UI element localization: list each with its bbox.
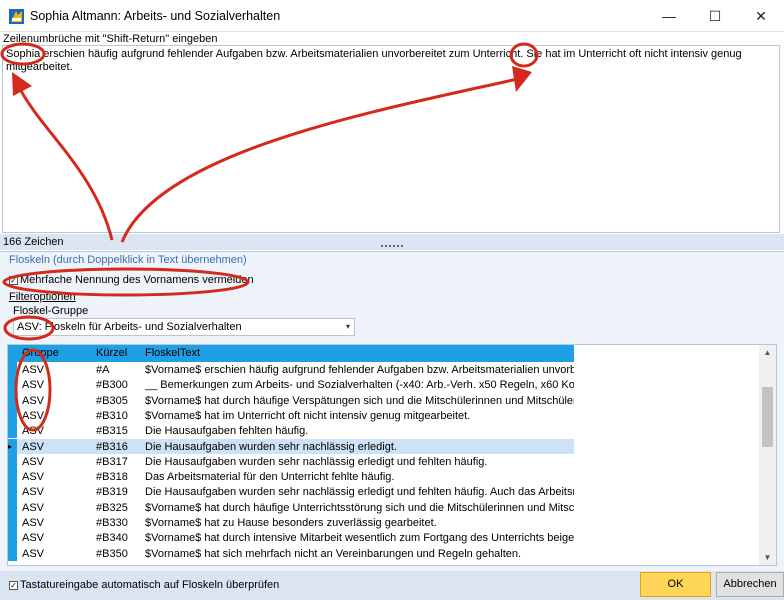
- title-bar: Sophia Altmann: Arbeits- und Sozialverha…: [0, 0, 784, 32]
- cell-gruppe: ASV: [22, 394, 45, 407]
- maximize-button[interactable]: ☐: [692, 0, 738, 32]
- table-row[interactable]: ASV #A $Vorname$ erschien häufig aufgrund …: [8, 362, 574, 378]
- row-indicator[interactable]: [8, 407, 17, 424]
- floskel-panel-title: Floskeln (durch Doppelklick in Text über…: [9, 254, 247, 266]
- cell-gruppe: ASV: [22, 501, 45, 514]
- table-row[interactable]: ASV #B318 Das Arbeitsmaterial für den Unte…: [8, 469, 574, 485]
- floskel-table: Gruppe Kürzel FloskelText ASV #A $Vorname$…: [7, 344, 777, 566]
- cell-gruppe: ASV: [22, 471, 45, 484]
- cell-text: $Vorname$ hat im Unterricht oft nicht in…: [145, 409, 471, 422]
- scroll-down-icon[interactable]: ▼: [759, 550, 776, 565]
- row-indicator[interactable]: [8, 499, 17, 515]
- cell-gruppe: ASV: [22, 364, 45, 376]
- cell-kuerzel: #A: [96, 364, 110, 376]
- group-label: Floskel-Gruppe: [13, 305, 89, 317]
- row-indicator[interactable]: [8, 377, 17, 393]
- row-indicator[interactable]: ▸: [8, 438, 17, 454]
- group-select-value: ASV: Floskeln für Arbeits- und Sozialver…: [17, 321, 242, 333]
- cell-kuerzel: #B325: [96, 501, 128, 514]
- cell-text: Die Hausaufgaben wurden sehr nachlässig …: [145, 440, 397, 453]
- cell-kuerzel: #B330: [96, 517, 128, 529]
- table-header: Gruppe Kürzel FloskelText: [8, 345, 574, 362]
- cell-text: $Vorname$ hat durch häufige Verspätungen…: [145, 394, 574, 407]
- cell-text: $Vorname$ erschien häufig aufgrund fehle…: [145, 364, 574, 376]
- minimize-button[interactable]: —: [646, 0, 692, 32]
- cell-kuerzel: #B310: [96, 409, 128, 422]
- table-row[interactable]: ASV #B325 $Vorname$ hat durch häufige Unte…: [8, 499, 574, 515]
- table-row[interactable]: ASV #B340 $Vorname$ hat durch intensive Mi…: [8, 530, 574, 546]
- app-icon: [9, 9, 24, 24]
- auto-check-label: Tastatureingabe automatisch auf Floskeln…: [20, 579, 280, 591]
- row-indicator[interactable]: [8, 392, 17, 408]
- scroll-up-icon[interactable]: ▲: [759, 345, 776, 360]
- table-row[interactable]: ASV #B319 Die Hausaufgaben wurden sehr nac…: [8, 484, 574, 500]
- cell-kuerzel: #B305: [96, 394, 128, 407]
- counter-bar: 166 Zeichen: [0, 234, 784, 250]
- cell-kuerzel: #B350: [96, 547, 128, 560]
- cell-kuerzel: #B340: [96, 532, 128, 545]
- cell-text: __ Bemerkungen zum Arbeits- und Sozialve…: [145, 379, 574, 392]
- close-button[interactable]: ✕: [738, 0, 784, 32]
- cell-kuerzel: #B315: [96, 425, 128, 438]
- row-indicator[interactable]: [8, 515, 17, 531]
- table-row[interactable]: ASV #B300 __ Bemerkungen zum Arbeits- und …: [8, 377, 574, 393]
- avoid-repeat-label: Mehrfache Nennung des Vornamens vermeide…: [20, 274, 254, 286]
- cell-kuerzel: #B317: [96, 455, 128, 468]
- row-indicator[interactable]: [8, 484, 17, 500]
- table-row[interactable]: ▸ ASV #B316 Die Hausaufgaben wurden sehr na…: [8, 438, 574, 454]
- row-indicator[interactable]: [8, 362, 17, 378]
- ok-button[interactable]: OK: [640, 572, 711, 597]
- row-indicator[interactable]: [8, 545, 17, 561]
- cell-text: Die Hausaufgaben wurden sehr nachlässig …: [145, 455, 488, 468]
- auto-check-checkbox[interactable]: ✓: [9, 581, 18, 590]
- window-title: Sophia Altmann: Arbeits- und Sozialverha…: [30, 9, 281, 23]
- vertical-scrollbar[interactable]: ▲ ▼: [759, 345, 776, 565]
- cancel-button[interactable]: Abbrechen: [716, 572, 784, 597]
- cell-text: Die Hausaufgaben fehlten häufig.: [145, 425, 309, 438]
- cell-gruppe: ASV: [22, 379, 45, 392]
- cell-kuerzel: #B319: [96, 486, 128, 499]
- cell-gruppe: ASV: [22, 425, 45, 438]
- filter-options-label: Filteroptionen: [9, 291, 76, 303]
- column-header-text[interactable]: FloskelText: [145, 347, 200, 359]
- table-row[interactable]: ASV #B310 $Vorname$ hat im Unterricht oft …: [8, 407, 574, 424]
- editor-hint: Zeilenumbrüche mit "Shift-Return" eingeb…: [3, 33, 218, 45]
- cell-gruppe: ASV: [22, 409, 45, 422]
- table-row[interactable]: ASV #B315 Die Hausaufgaben fehlten häufig.: [8, 423, 574, 439]
- cell-gruppe: ASV: [22, 486, 45, 499]
- row-indicator[interactable]: [8, 530, 17, 546]
- text-editor[interactable]: Sophia erschien häufig aufgrund fehlende…: [2, 45, 780, 233]
- cell-text: $Vorname$ hat zu Hause besonders zuverlä…: [145, 517, 437, 529]
- cell-gruppe: ASV: [22, 440, 45, 453]
- group-select[interactable]: ASV: Floskeln für Arbeits- und Sozialver…: [13, 318, 355, 336]
- table-row[interactable]: ASV #B350 $Vorname$ hat sich mehrfach nich…: [8, 545, 574, 561]
- splitter-handle[interactable]: [381, 245, 403, 247]
- row-indicator[interactable]: [8, 453, 17, 470]
- table-row[interactable]: ASV #B330 $Vorname$ hat zu Hause besonders…: [8, 515, 574, 531]
- cell-text: $Vorname$ hat sich mehrfach nicht an Ver…: [145, 547, 522, 560]
- row-indicator[interactable]: [8, 423, 17, 439]
- cell-text: Die Hausaufgaben wurden sehr nachlässig …: [145, 486, 574, 499]
- cell-gruppe: ASV: [22, 517, 45, 529]
- cell-kuerzel: #B318: [96, 471, 128, 484]
- cell-text: Das Arbeitsmaterial für den Unterricht f…: [145, 471, 395, 484]
- scroll-thumb[interactable]: [762, 387, 773, 447]
- avoid-repeat-checkbox[interactable]: ✓: [9, 276, 18, 285]
- column-header-gruppe[interactable]: Gruppe: [22, 347, 59, 359]
- char-counter: 166 Zeichen: [3, 236, 64, 248]
- cell-text: $Vorname$ hat durch häufige Unterrichtss…: [145, 501, 574, 514]
- cell-gruppe: ASV: [22, 455, 45, 468]
- row-indicator[interactable]: [8, 469, 17, 485]
- table-row[interactable]: ASV #B305 $Vorname$ hat durch häufige Vers…: [8, 392, 574, 408]
- dropdown-arrow-icon: ▾: [345, 322, 350, 331]
- cell-text: $Vorname$ hat durch intensive Mitarbeit …: [145, 532, 574, 545]
- column-header-kuerzel[interactable]: Kürzel: [96, 347, 127, 359]
- cell-kuerzel: #B300: [96, 379, 128, 392]
- cell-gruppe: ASV: [22, 547, 45, 560]
- table-row[interactable]: ASV #B317 Die Hausaufgaben wurden sehr nac…: [8, 453, 574, 470]
- cell-gruppe: ASV: [22, 532, 45, 545]
- cell-kuerzel: #B316: [96, 440, 128, 453]
